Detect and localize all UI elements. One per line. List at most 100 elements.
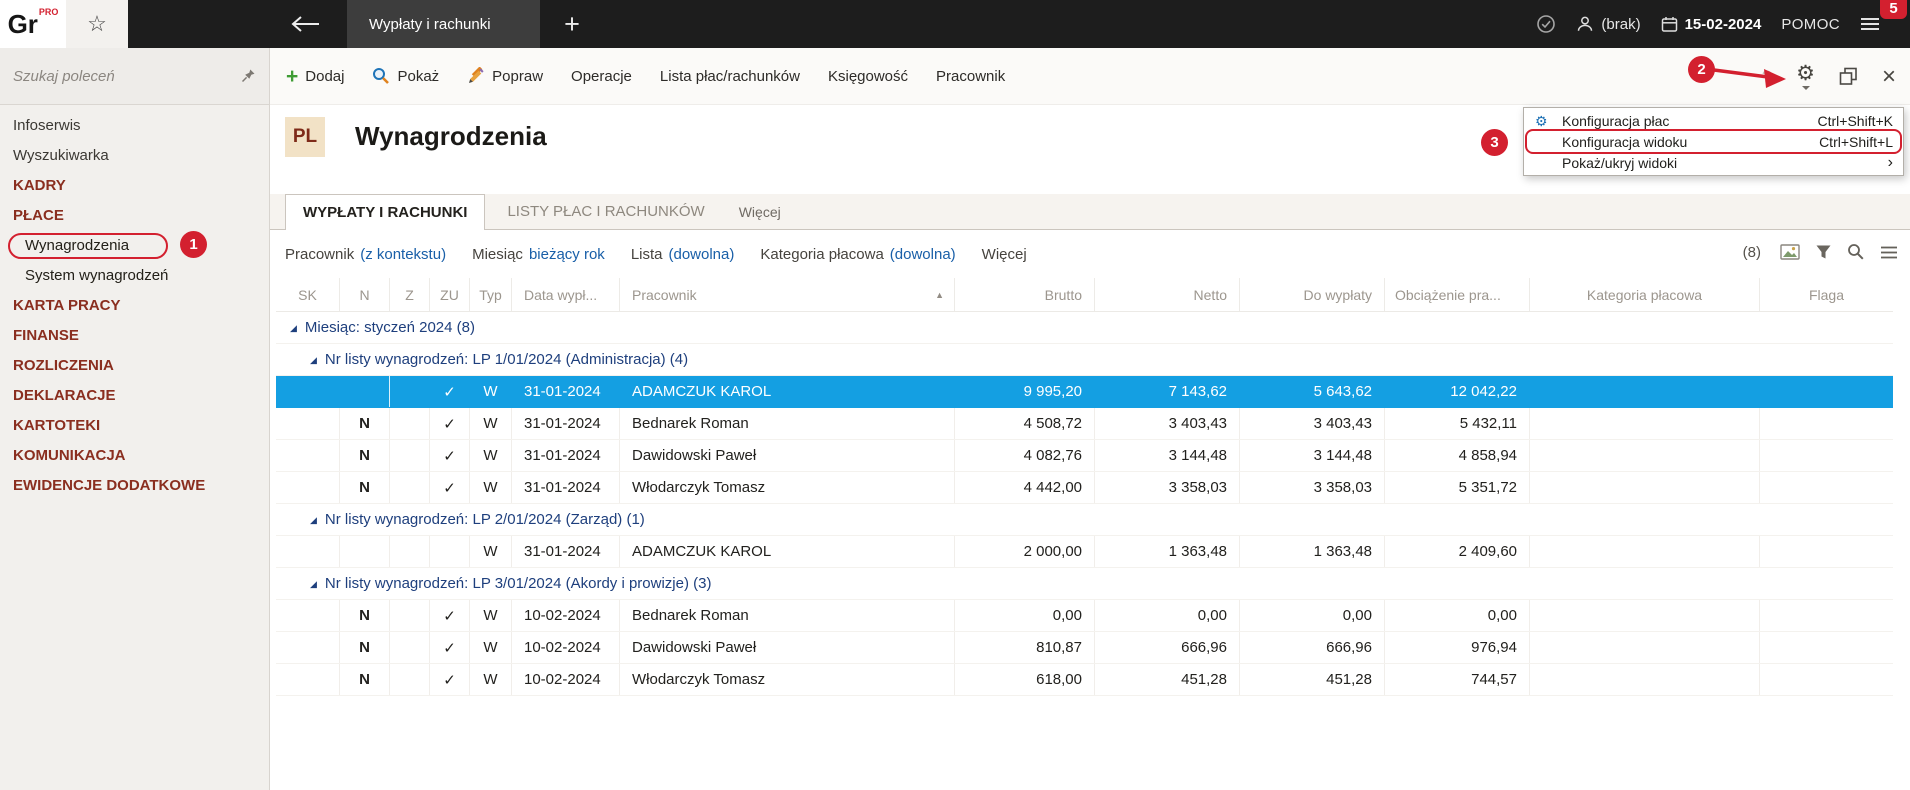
sidebar-item-komunikacja[interactable]: KOMUNIKACJA <box>0 440 269 470</box>
filter-miesiac[interactable]: Miesiąc bieżący rok <box>472 246 605 263</box>
filter-lista[interactable]: Lista (dowolna) <box>631 246 735 263</box>
sidebar-item-wynagrodzenia[interactable]: Wynagrodzenia <box>0 230 269 260</box>
sidebar-item-finanse[interactable]: FINANSE <box>0 320 269 350</box>
employee-menu[interactable]: Pracownik <box>936 68 1005 85</box>
table-row[interactable]: N✓W10-02-2024Włodarczyk Tomasz618,00451,… <box>276 664 1893 696</box>
cell-kategoria <box>1530 408 1760 439</box>
cell-obciazenie: 12 042,22 <box>1385 376 1530 407</box>
favorites-star-icon[interactable]: ☆ <box>66 0 128 48</box>
column-header-n[interactable]: N <box>340 278 390 311</box>
cell-obciazenie: 0,00 <box>1385 600 1530 631</box>
column-header-pracownik[interactable]: Pracownik▲ <box>620 278 955 311</box>
main-menu-button[interactable] <box>1860 17 1880 31</box>
group-row[interactable]: ◢Nr listy wynagrodzeń: LP 1/01/2024 (Adm… <box>276 344 1893 376</box>
search-view-button[interactable] <box>1847 243 1865 261</box>
add-button[interactable]: + Dodaj <box>286 66 344 87</box>
windows-button[interactable] <box>1839 67 1858 86</box>
group-row[interactable]: ◢Nr listy wynagrodzeń: LP 2/01/2024 (Zar… <box>276 504 1893 536</box>
cell-zu: ✓ <box>430 664 470 695</box>
help-icon: ? <box>1762 67 1772 87</box>
menu-item-konfiguracja-widoku[interactable]: Konfiguracja widoku Ctrl+Shift+L <box>1524 131 1903 152</box>
filter-value: (dowolna) <box>890 246 956 263</box>
column-header-z[interactable]: Z <box>390 278 430 311</box>
sidebar-item-ewidencje-dodatkowe[interactable]: EWIDENCJE DODATKOWE <box>0 470 269 500</box>
help-menu-button[interactable]: POMOC <box>1781 16 1840 33</box>
sidebar-item-wyszukiwarka[interactable]: Wyszukiwarka <box>0 140 269 170</box>
sidebar-item-rozliczenia[interactable]: ROZLICZENIA <box>0 350 269 380</box>
filter-pracownik[interactable]: Pracownik (z kontekstu) <box>285 246 446 263</box>
column-header-kategoria-płacowa[interactable]: Kategoria płacowa <box>1530 278 1760 311</box>
table-row[interactable]: N✓W31-01-2024Włodarczyk Tomasz4 442,003 … <box>276 472 1893 504</box>
group-expand-icon[interactable]: ◢ <box>290 323 297 334</box>
column-header-data-wypł[interactable]: Data wypł... <box>512 278 620 311</box>
command-search-input[interactable]: Szukaj poleceń <box>0 48 270 105</box>
sidebar-item-płace[interactable]: PŁACE <box>0 200 269 230</box>
column-header-obciążenie-pra[interactable]: Obciążenie pra... <box>1385 278 1530 311</box>
user-button[interactable]: (brak) <box>1576 15 1640 33</box>
group-expand-icon[interactable]: ◢ <box>310 515 317 526</box>
menu-item-pokaz-ukryj-widoki[interactable]: Pokaż/ukryj widoki › <box>1524 152 1903 173</box>
new-tab-button[interactable]: + <box>554 7 590 41</box>
window-tab[interactable]: Wypłaty i rachunki <box>347 0 540 48</box>
filter-view-button[interactable] <box>1815 244 1832 260</box>
accounting-menu[interactable]: Księgowość <box>828 68 908 85</box>
column-header-typ[interactable]: Typ <box>470 278 512 311</box>
tab-wyplaty-i-rachunki[interactable]: WYPŁATY I RACHUNKI <box>285 194 485 230</box>
sidebar-item-karta-pracy[interactable]: KARTA PRACY <box>0 290 269 320</box>
group-row[interactable]: ◢ Miesiąc: styczeń 2024 (8) <box>276 312 1893 344</box>
app-logo[interactable]: Gr PRO <box>0 0 66 48</box>
cell-pracownik: Bednarek Roman <box>620 408 955 439</box>
filter-kategoria-placowa[interactable]: Kategoria płacowa (dowolna) <box>760 246 955 263</box>
group-row[interactable]: ◢Nr listy wynagrodzeń: LP 3/01/2024 (Ako… <box>276 568 1893 600</box>
payroll-list-label: Lista płac/rachunków <box>660 68 800 85</box>
column-header-flaga[interactable]: Flaga <box>1760 278 1893 311</box>
column-header-sk[interactable]: SK <box>276 278 340 311</box>
close-button[interactable]: × <box>1882 65 1896 89</box>
table-row[interactable]: N✓W10-02-2024Bednarek Roman0,000,000,000… <box>276 600 1893 632</box>
table-row[interactable]: N✓W31-01-2024Bednarek Roman4 508,723 403… <box>276 408 1893 440</box>
tab-listy-plac-i-rachunkow[interactable]: LISTY PŁAC I RACHUNKÓW <box>485 194 726 229</box>
payroll-list-menu[interactable]: Lista płac/rachunków <box>660 68 800 85</box>
operations-menu[interactable]: Operacje <box>571 68 632 85</box>
grid-menu-button[interactable] <box>1880 246 1898 259</box>
date-button[interactable]: 15-02-2024 <box>1661 16 1762 33</box>
menu-item-konfiguracja-plac[interactable]: ⚙ Konfiguracja płac Ctrl+Shift+K <box>1524 110 1903 131</box>
settings-button[interactable]: ⚙ <box>1796 63 1815 90</box>
cell-flaga <box>1760 472 1893 503</box>
show-button[interactable]: Pokaż <box>372 67 439 85</box>
group-label: Miesiąc: styczeń 2024 (8) <box>305 319 475 336</box>
table-row[interactable]: ✓W31-01-2024ADAMCZUK KAROL9 995,207 143,… <box>276 376 1893 408</box>
sidebar-item-kartoteki[interactable]: KARTOTEKI <box>0 410 269 440</box>
sidebar-item-deklaracje[interactable]: DEKLARACJE <box>0 380 269 410</box>
edit-button[interactable]: Popraw <box>467 67 543 85</box>
filter-more[interactable]: Więcej <box>982 246 1027 263</box>
table-row[interactable]: W31-01-2024ADAMCZUK KAROL2 000,001 363,4… <box>276 536 1893 568</box>
help-button[interactable]: ? <box>1762 67 1772 87</box>
hamburger-icon <box>1880 246 1898 259</box>
cell-n: N <box>340 408 390 439</box>
table-row[interactable]: N✓W31-01-2024Dawidowski Paweł4 082,763 1… <box>276 440 1893 472</box>
pin-icon[interactable] <box>240 68 256 84</box>
back-button[interactable] <box>284 0 328 48</box>
cell-sk <box>276 440 340 471</box>
image-view-button[interactable] <box>1780 244 1800 260</box>
column-header-zu[interactable]: ZU <box>430 278 470 311</box>
sidebar-item-system-wynagrodzeń[interactable]: System wynagrodzeń <box>0 260 269 290</box>
column-header-netto[interactable]: Netto <box>1095 278 1240 311</box>
sidebar-item-kadry[interactable]: KADRY <box>0 170 269 200</box>
table-row[interactable]: N✓W10-02-2024Dawidowski Paweł810,87666,9… <box>276 632 1893 664</box>
sync-status-button[interactable] <box>1536 14 1556 34</box>
column-header-brutto[interactable]: Brutto <box>955 278 1095 311</box>
tab-more[interactable]: Więcej <box>727 194 793 229</box>
group-expand-icon[interactable]: ◢ <box>310 355 317 366</box>
column-header-do-wypłaty[interactable]: Do wypłaty <box>1240 278 1385 311</box>
cell-zu: ✓ <box>430 440 470 471</box>
topbar: Gr PRO ☆ Wypłaty i rachunki + (brak) 15-… <box>0 0 1910 48</box>
sidebar-item-infoserwis[interactable]: Infoserwis <box>0 110 269 140</box>
cell-pracownik: ADAMCZUK KAROL <box>620 376 955 407</box>
annotation-corner-badge: 5 <box>1880 0 1907 19</box>
logo-text: Gr <box>8 9 38 40</box>
module-badge: PL <box>285 117 325 157</box>
cell-brutto: 2 000,00 <box>955 536 1095 567</box>
group-expand-icon[interactable]: ◢ <box>310 579 317 590</box>
